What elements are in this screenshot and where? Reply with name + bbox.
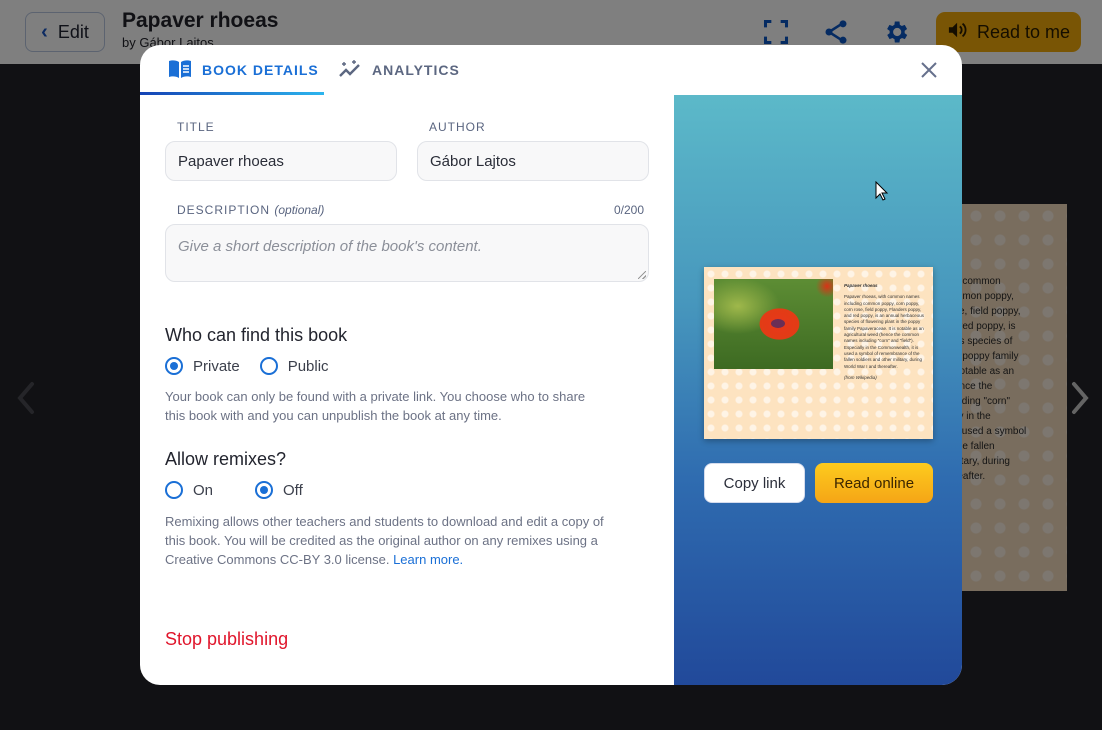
tab-analytics-label: ANALYTICS [372, 62, 460, 78]
tab-book-details[interactable]: BOOK DETAILS [168, 45, 319, 95]
copy-link-button[interactable]: Copy link [704, 463, 805, 503]
visibility-radio-group: Private Public [165, 357, 329, 375]
mouse-cursor-icon [875, 180, 889, 201]
radio-public-label: Public [287, 357, 329, 375]
modal-tabs: BOOK DETAILS ANALYTICS [140, 45, 674, 95]
radio-remix-off[interactable]: Off [255, 481, 303, 499]
visibility-heading: Who can find this book [165, 325, 348, 345]
description-label-text: DESCRIPTION [177, 203, 271, 217]
remixes-help: Remixing allows other teachers and stude… [165, 512, 605, 569]
radio-remix-off-label: Off [283, 481, 303, 499]
preview-page-source: (from Wikipedia) [844, 374, 877, 380]
learn-more-link[interactable]: Learn more. [393, 552, 463, 567]
radio-public-indicator[interactable] [259, 357, 278, 375]
stop-publishing-button[interactable]: Stop publishing [165, 629, 288, 650]
remixes-heading: Allow remixes? [165, 449, 287, 469]
radio-remix-off-indicator[interactable] [255, 481, 274, 499]
resize-handle[interactable] [638, 271, 646, 279]
title-label: TITLE [177, 120, 215, 134]
description-label: DESCRIPTION (optional) [177, 203, 324, 217]
description-placeholder: Give a short description of the book's c… [178, 238, 482, 255]
description-counter: 0/200 [613, 203, 644, 217]
analytics-icon [338, 59, 362, 82]
radio-remix-on[interactable]: On [165, 481, 213, 499]
description-textarea[interactable]: Give a short description of the book's c… [165, 224, 649, 282]
description-optional: (optional) [274, 203, 325, 217]
publish-modal: BOOK DETAILS ANALYTICS TITLE Papaver rho… [140, 45, 962, 685]
read-online-button[interactable]: Read online [815, 463, 933, 503]
title-value: Papaver rhoeas [178, 152, 284, 170]
poppy-photo [714, 279, 833, 369]
radio-public[interactable]: Public [259, 357, 329, 375]
radio-remix-on-indicator[interactable] [165, 481, 183, 499]
poppy-center [771, 319, 785, 328]
tab-analytics[interactable]: ANALYTICS [338, 45, 460, 95]
radio-private[interactable]: Private [165, 357, 240, 375]
book-cover-preview[interactable]: Papaver rhoeas Papaver rhoeas, with comm… [704, 267, 933, 439]
active-tab-indicator [140, 92, 324, 95]
remixes-radio-group: On Off [165, 481, 303, 499]
book-icon [168, 59, 192, 82]
preview-panel: Papaver rhoeas Papaver rhoeas, with comm… [674, 95, 962, 685]
author-label: AUTHOR [429, 120, 486, 134]
preview-page-text: Papaver rhoeas Papaver rhoeas, with comm… [844, 283, 926, 381]
radio-private-label: Private [193, 357, 240, 375]
title-input[interactable]: Papaver rhoeas [165, 141, 397, 181]
author-value: Gábor Lajtos [430, 152, 516, 170]
tab-book-details-label: BOOK DETAILS [202, 62, 319, 78]
author-input[interactable]: Gábor Lajtos [417, 141, 649, 181]
preview-page-title: Papaver rhoeas [844, 283, 878, 288]
radio-remix-on-label: On [193, 481, 214, 499]
remixes-help-text: Remixing allows other teachers and stude… [165, 514, 604, 567]
close-button[interactable] [918, 59, 940, 81]
preview-page-body: Papaver rhoeas, with common names includ… [844, 294, 924, 369]
radio-private-indicator[interactable] [165, 357, 183, 375]
visibility-help-text: Your book can only be found with a priva… [165, 389, 586, 423]
